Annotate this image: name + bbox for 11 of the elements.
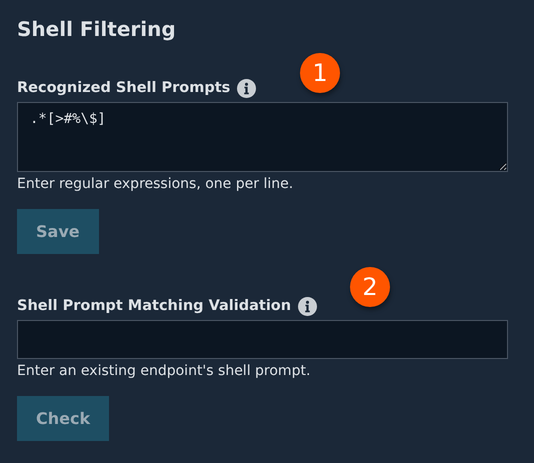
step-badge: 1 (300, 53, 340, 93)
section-title: Shell Filtering (17, 16, 177, 43)
step-badge: 2 (350, 267, 390, 307)
text-area[interactable]: .*[>#%\$] (17, 102, 508, 172)
info-icon[interactable] (298, 296, 318, 316)
field-label: Recognized Shell Prompts (17, 80, 230, 96)
field-label: Shell Prompt Matching Validation (17, 298, 292, 314)
help-text: Enter regular expressions, one per line. (17, 176, 294, 192)
input-field[interactable] (17, 320, 508, 359)
info-icon[interactable] (237, 78, 256, 98)
help-text: Enter an existing endpoint's shell prompt. (17, 363, 312, 379)
